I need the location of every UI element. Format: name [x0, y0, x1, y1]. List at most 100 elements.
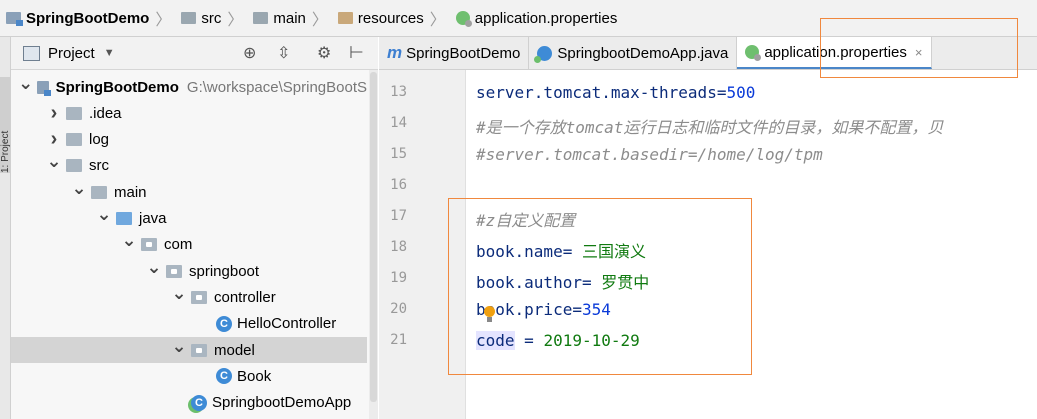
editor-tab-label: SpringbootDemoApp.java [557, 44, 729, 62]
project-scrollbar[interactable] [369, 70, 378, 419]
breadcrumb-item[interactable]: SpringBootDemo [6, 10, 149, 27]
locate-icon[interactable]: ⊕ [243, 43, 256, 63]
tree-item-label: log [89, 131, 110, 149]
tree-item[interactable]: › .idea [11, 100, 367, 126]
line-number: 14 [390, 115, 407, 131]
class-icon: C [216, 368, 232, 385]
folder-icon [253, 12, 269, 24]
chevron-down-icon[interactable]: ⌄ [171, 336, 187, 357]
folder-icon [66, 133, 82, 147]
editor-tab[interactable]: m SpringBootDemo [379, 37, 530, 69]
tree-item[interactable]: ⌄ controller [11, 283, 367, 310]
chevron-down-icon[interactable]: ⌄ [121, 230, 137, 251]
resources-folder-icon [337, 12, 353, 24]
chevron-right-icon[interactable]: › [46, 102, 62, 125]
tool-window-strip: 1: Project [0, 37, 11, 419]
breadcrumb-separator-icon: 〉 [311, 12, 328, 29]
tree-item-label: SpringBootDemo [55, 78, 179, 96]
chevron-down-icon[interactable]: ⌄ [18, 73, 33, 94]
code-token: #是一个存放tomcat运行日志和临时文件的目录，如果不配置，贝 [476, 118, 944, 137]
code-token: #server.tomcat.basedir=/home/log/tpm [476, 145, 823, 164]
tree-item-label: SpringbootDemoApp [212, 394, 352, 412]
code-token: 500 [726, 83, 756, 102]
tree-item[interactable]: ⌄ model [11, 336, 367, 363]
tree-item-label: HelloController [237, 315, 337, 333]
tree-item-label: java [139, 210, 167, 227]
breadcrumb-label: src [201, 9, 222, 27]
tree-item[interactable]: ⌄ main [11, 178, 367, 205]
line-number: 15 [390, 146, 407, 162]
chevron-down-icon[interactable]: ⌄ [146, 257, 162, 278]
tree-item-label: .idea [89, 104, 122, 122]
class-icon [534, 45, 553, 63]
spring-leaf-icon [745, 45, 762, 61]
module-folder-icon [37, 80, 52, 96]
project-path: G:\workspace\SpringBootS [186, 78, 367, 96]
project-tool-tab[interactable]: 1: Project [0, 77, 10, 173]
tree-item-label: model [214, 341, 255, 359]
line-number: 21 [390, 332, 407, 348]
tree-item[interactable]: C HelloController [11, 311, 367, 337]
chevron-down-icon[interactable]: ⌄ [71, 178, 87, 199]
breadcrumb-label: main [273, 9, 306, 27]
chevron-down-icon[interactable]: ▼ [104, 47, 115, 59]
gear-icon[interactable]: ⚙ [317, 43, 331, 63]
breadcrumb-item[interactable]: resources [337, 9, 424, 27]
breadcrumb-item[interactable]: application.properties [455, 9, 618, 27]
line-number: 17 [390, 208, 407, 224]
tree-item-label: com [164, 236, 193, 254]
line-number: 16 [390, 177, 407, 193]
breadcrumb-item[interactable]: main [253, 10, 306, 27]
tree-item[interactable]: ⌄ com [11, 230, 367, 258]
source-folder-icon [116, 212, 132, 225]
tree-item-label: src [89, 157, 109, 175]
folder-icon [181, 12, 197, 24]
package-icon [191, 290, 207, 304]
module-folder-icon [6, 12, 23, 26]
tree-item-label: main [114, 183, 147, 201]
tree-item[interactable]: ⌄ src [11, 151, 367, 179]
collapse-all-icon[interactable]: ⇳ [277, 43, 290, 63]
scrollbar-thumb[interactable] [370, 72, 377, 402]
hide-panel-icon[interactable]: ⊢ [349, 43, 364, 63]
folder-icon [66, 159, 82, 173]
tree-item[interactable]: C SpringbootDemoApp [11, 390, 367, 416]
project-view-selector[interactable]: Project [48, 45, 95, 62]
class-icon: C [216, 315, 232, 332]
editor-tab-label: SpringBootDemo [406, 44, 521, 62]
folder-icon [91, 185, 107, 199]
tree-item-label: springboot [189, 262, 260, 280]
tree-item[interactable]: › log [11, 127, 367, 153]
module-m-icon: m [387, 43, 403, 62]
chevron-down-icon[interactable]: ⌄ [46, 151, 62, 172]
chevron-down-icon[interactable]: ⌄ [171, 283, 187, 304]
line-number: 19 [390, 270, 407, 286]
editor-tab[interactable]: SpringbootDemoApp.java [529, 37, 738, 69]
folder-icon [66, 106, 82, 120]
code-line[interactable]: server.tomcat.max-threads=500 [476, 83, 755, 102]
annotation-box-config [448, 198, 752, 375]
package-icon [141, 238, 157, 252]
annotation-box-tab [820, 18, 1018, 78]
tree-item[interactable]: ⌄ java [11, 204, 367, 232]
tree-item[interactable]: ⌄ SpringBootDemo G:\workspace\SpringBootS [11, 73, 367, 100]
breadcrumb-item[interactable]: src [181, 10, 221, 27]
project-panel-header: Project ▼ ⊕ ⇳ ⚙ ⊢ [11, 37, 378, 70]
line-number: 18 [390, 239, 407, 255]
package-icon [166, 264, 182, 278]
line-number: 20 [390, 301, 407, 317]
breadcrumb-separator-icon: 〉 [429, 12, 446, 29]
breadcrumb-separator-icon: 〉 [227, 12, 244, 29]
line-number: 13 [390, 84, 407, 100]
chevron-down-icon[interactable]: ⌄ [96, 204, 112, 225]
code-line[interactable]: #server.tomcat.basedir=/home/log/tpm [476, 145, 823, 164]
package-icon [191, 343, 207, 357]
tree-item-label: controller [214, 288, 276, 306]
code-line[interactable]: #是一个存放tomcat运行日志和临时文件的目录，如果不配置，贝 [476, 114, 943, 138]
tree-item[interactable]: C Book [11, 363, 367, 389]
breadcrumb-label: resources [357, 9, 424, 27]
tree-item[interactable]: ⌄ springboot [11, 257, 367, 284]
project-view-icon [23, 45, 40, 61]
chevron-right-icon[interactable]: › [46, 128, 62, 151]
breadcrumb-label: application.properties [474, 9, 618, 27]
